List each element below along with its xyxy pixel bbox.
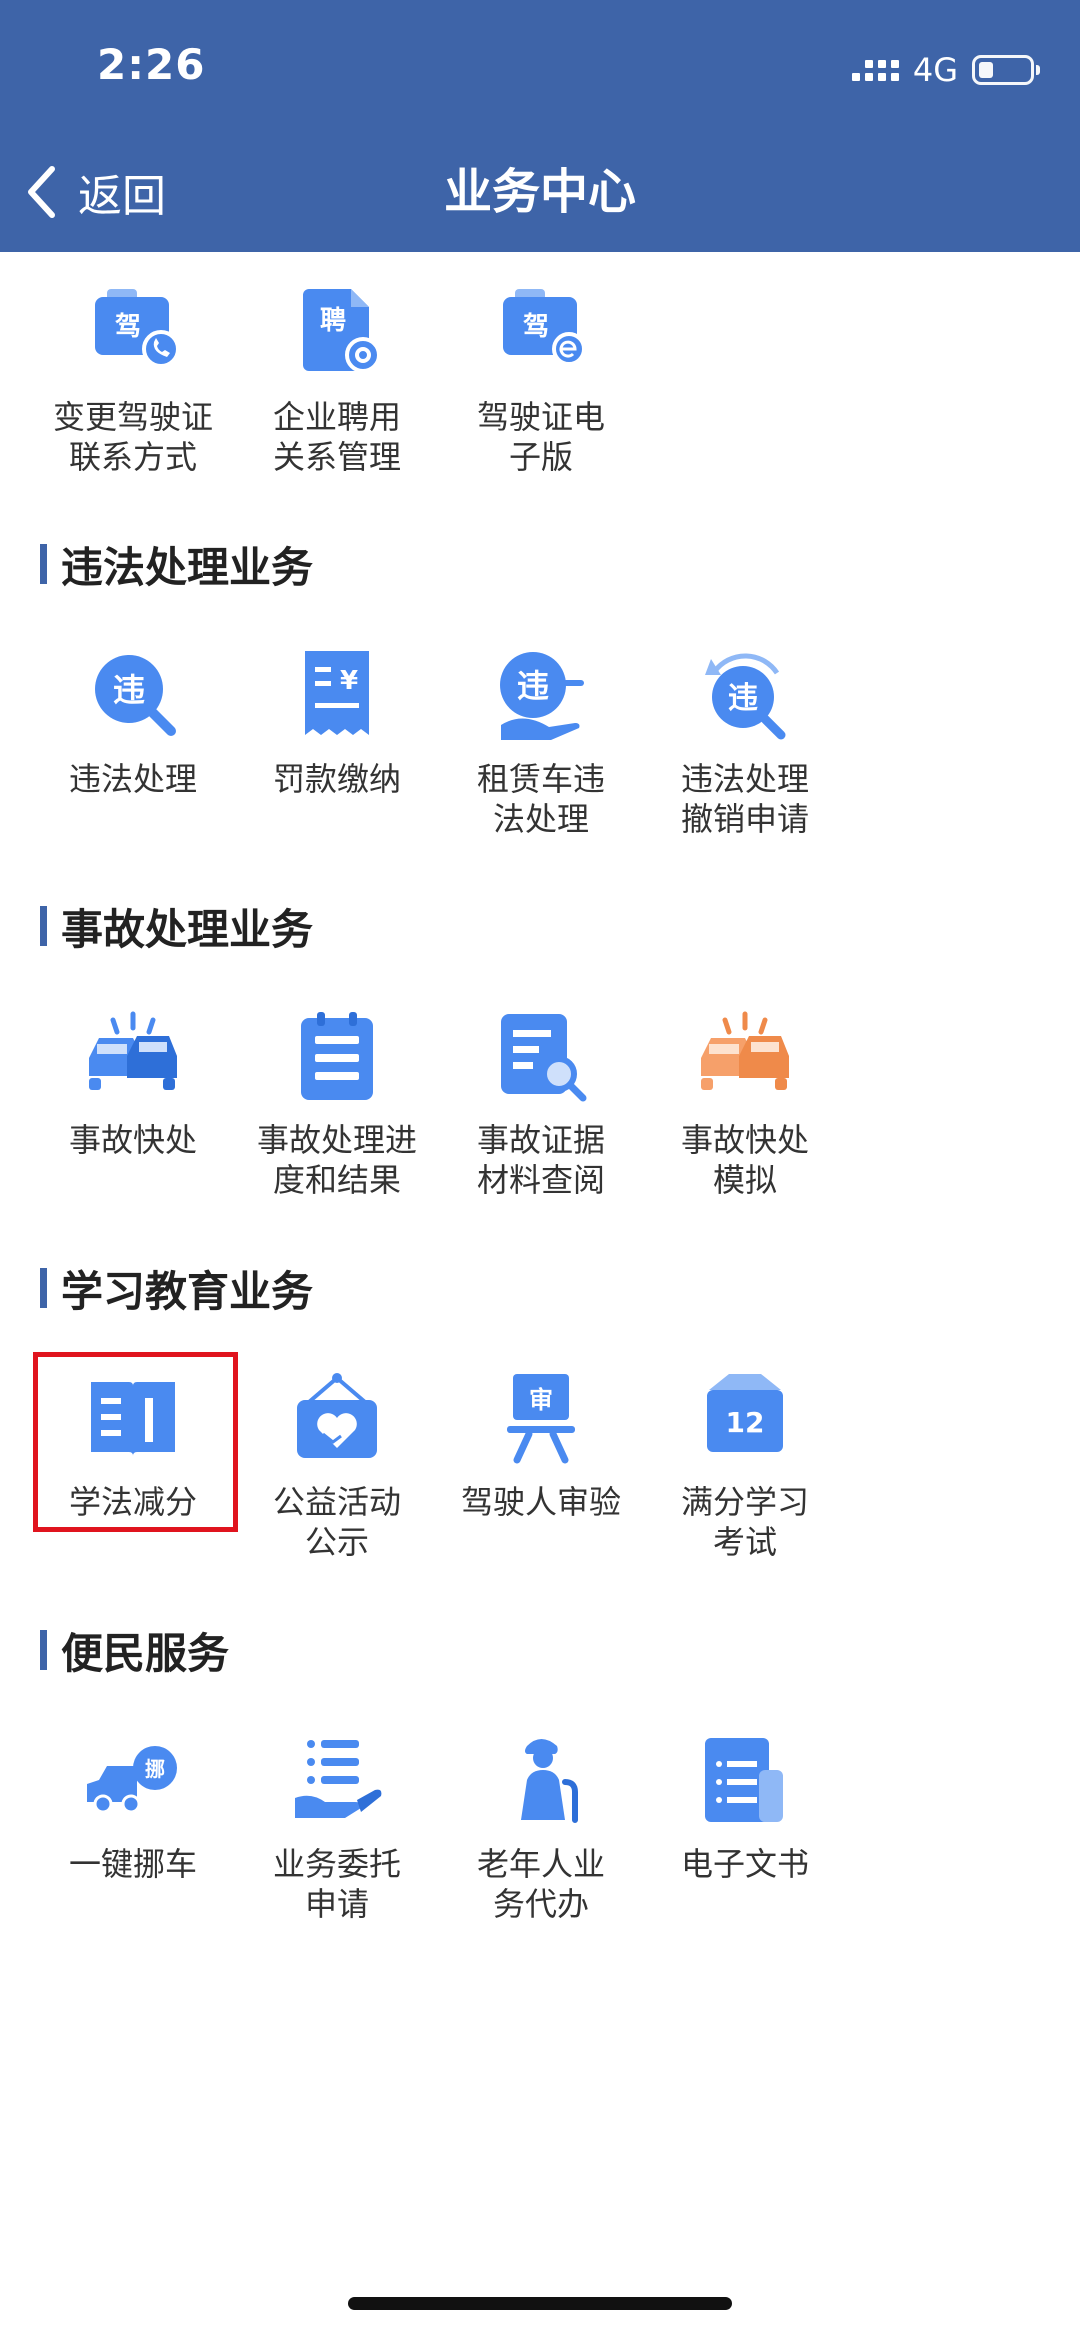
open-book-icon [83,1368,183,1468]
move-car-icon: 挪 [83,1730,183,1830]
tile-label: 企业聘用 关系管理 [272,398,401,476]
tile-badge: 驾 [115,312,141,342]
section-accent-bar [40,1268,47,1308]
evidence-search-icon [491,1006,591,1106]
fine-receipt-icon: ¥ [287,645,387,745]
service-tile-e-documents[interactable]: 电子文书 [650,1730,840,1884]
tile-label: 罚款缴纳 [272,760,401,798]
section-header-convenience: 便民服务 [40,1620,229,1680]
signal-icon [851,59,899,81]
service-tile-move-car[interactable]: 挪 一键挪车 [38,1730,228,1884]
tile-badge: 审 [529,1386,553,1414]
violation-revoke-icon: 违 [695,645,795,745]
tile-label: 业务委托 申请 [272,1845,401,1923]
exam-card-icon: 12 [695,1368,795,1468]
service-tile-quick-accident[interactable]: 事故快处 [38,1006,228,1160]
battery-icon [972,55,1040,85]
service-tile-charity-activity[interactable]: 公益活动 公示 [242,1368,432,1562]
car-accident-simulation-icon [695,1006,795,1106]
tile-label: 驾驶证电 子版 [476,398,605,476]
section-header-education: 学习教育业务 [40,1258,313,1318]
tile-badge: 聘 [320,306,346,336]
section-title: 事故处理业务 [61,904,314,954]
tile-label: 电子文书 [680,1845,809,1883]
section-accent-bar [40,906,47,946]
section-accent-bar [40,544,47,584]
clipboard-progress-icon [287,1006,387,1106]
tile-badge: 违 [728,681,758,716]
tile-badge: 驾 [523,312,549,342]
delegation-hand-icon [287,1730,387,1830]
tile-badge: 12 [726,1406,765,1439]
tile-badge: ¥ [340,666,358,696]
section-accent-bar [40,1630,47,1670]
section-title: 便民服务 [61,1628,230,1678]
status-icons: 4G [851,48,1040,92]
tile-badge: 挪 [145,1757,165,1781]
tile-label: 变更驾驶证 联系方式 [52,398,213,476]
status-time: 2:26 [97,40,206,89]
rental-violation-icon: 违 [491,645,591,745]
tile-label: 事故证据 材料查阅 [476,1121,605,1199]
service-tile-rental-violation[interactable]: 违 租赁车违 法处理 [446,645,636,839]
service-tile-driver-review[interactable]: 审 驾驶人审验 [446,1368,636,1522]
car-accident-icon [83,1006,183,1106]
review-board-icon: 审 [491,1368,591,1468]
section-title: 违法处理业务 [61,542,314,592]
service-tile-business-delegation[interactable]: 业务委托 申请 [242,1730,432,1924]
service-tile-accident-evidence[interactable]: 事故证据 材料查阅 [446,1006,636,1200]
service-tile-violation-handling[interactable]: 违 违法处理 [38,645,228,799]
service-tile-study-reduce-points[interactable]: 学法减分 [38,1368,228,1522]
tile-badge: 违 [113,671,145,709]
document-gear-icon: 聘 [287,283,387,383]
service-tile-violation-revoke[interactable]: 违 违法处理 撤销申请 [650,645,840,839]
service-tile-fine-payment[interactable]: ¥ 罚款缴纳 [242,645,432,799]
violation-search-icon: 违 [83,645,183,745]
service-tile-full-score-exam[interactable]: 12 满分学习 考试 [650,1368,840,1562]
elderly-person-icon [491,1730,591,1830]
section-header-violations: 违法处理业务 [40,534,313,594]
service-tile-electronic-license[interactable]: 驾 驾驶证电 子版 [446,283,636,477]
service-tile-accident-simulation[interactable]: 事故快处 模拟 [650,1006,840,1200]
tile-label: 学法减分 [68,1483,197,1521]
app-header: 2:26 4G 返回 业务中心 [0,0,1080,252]
tile-label: 事故处理进 度和结果 [256,1121,417,1199]
service-tile-employment-management[interactable]: 聘 企业聘用 关系管理 [242,283,432,477]
tile-label: 租赁车违 法处理 [476,760,605,838]
charity-heart-icon [287,1368,387,1468]
tile-label: 满分学习 考试 [680,1483,809,1561]
tile-label: 违法处理 [68,760,197,798]
license-phone-icon: 驾 [83,283,183,383]
tile-badge: 违 [517,667,549,705]
service-tile-accident-progress[interactable]: 事故处理进 度和结果 [242,1006,432,1200]
tile-label: 老年人业 务代办 [476,1845,605,1923]
page-title: 业务中心 [443,164,636,220]
network-type: 4G [912,51,958,89]
service-tile-change-license-contact[interactable]: 驾 变更驾驶证 联系方式 [38,283,228,477]
e-document-icon [695,1730,795,1830]
service-tile-elderly-proxy[interactable]: 老年人业 务代办 [446,1730,636,1924]
tile-label: 事故快处 模拟 [680,1121,809,1199]
license-electronic-icon: 驾 [491,283,591,383]
home-indicator[interactable] [348,2297,732,2310]
tile-label: 公益活动 公示 [272,1483,401,1561]
tile-label: 驾驶人审验 [460,1483,621,1521]
section-title: 学习教育业务 [61,1266,314,1316]
section-header-accidents: 事故处理业务 [40,896,313,956]
tile-label: 一键挪车 [68,1845,197,1883]
tile-label: 事故快处 [68,1121,197,1159]
tile-label: 违法处理 撤销申请 [680,760,809,838]
